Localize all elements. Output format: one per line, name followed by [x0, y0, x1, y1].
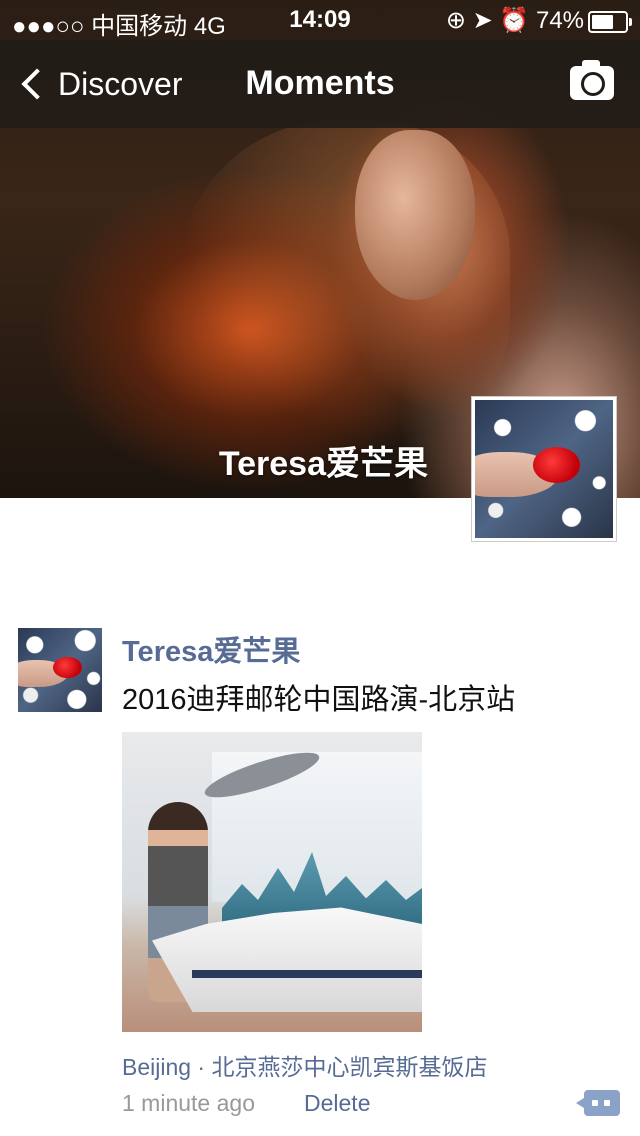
camera-icon[interactable] — [570, 60, 614, 100]
post-photo[interactable] — [122, 732, 422, 1032]
battery-icon — [588, 11, 632, 33]
avatar-image — [475, 400, 613, 538]
post-author-avatar[interactable] — [18, 628, 102, 712]
post-location[interactable]: Beijing · 北京燕莎中心凯宾斯基饭店 — [122, 1048, 487, 1082]
camera-lens — [581, 72, 605, 96]
status-bar: ●●●○○ 中国移动 4G 14:09 ⊕ ➤ ⏰ 74% — [0, 0, 640, 40]
post-avatar-image — [18, 628, 102, 712]
navigation-bar: Discover Moments — [0, 40, 640, 128]
comment-icon[interactable] — [576, 1090, 620, 1116]
cover-image-face — [355, 130, 475, 300]
profile-avatar[interactable] — [471, 396, 617, 542]
status-indicators: ⊕ ➤ ⏰ 74% — [445, 7, 584, 34]
page-title: Moments — [245, 64, 395, 102]
post-text: 2016迪拜邮轮中国路演-北京站 — [122, 684, 516, 716]
cover-user-name: Teresa爱芒果 — [218, 445, 428, 483]
post-timestamp: 1 minute ago — [122, 1090, 255, 1116]
post-author-name[interactable]: Teresa爱芒果 — [122, 628, 300, 670]
battery-level — [592, 15, 613, 29]
delete-button[interactable]: Delete — [304, 1090, 370, 1117]
